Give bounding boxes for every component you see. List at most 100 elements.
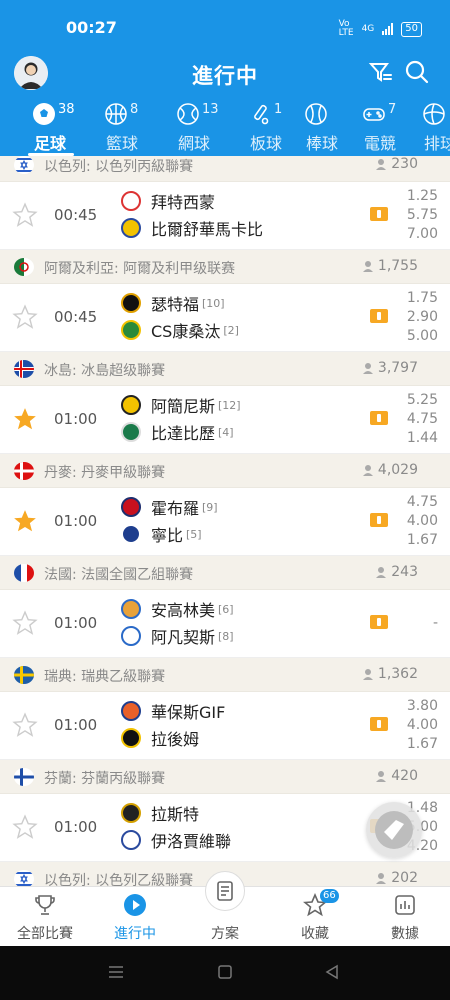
odds-unavailable: - [432,615,438,631]
star-filled-icon[interactable] [12,508,38,534]
away-team: 比達比歷 [4] [121,420,234,444]
odds-home: 3.80 [406,698,438,714]
match-time: 00:45 [54,308,98,326]
star-outline-icon[interactable] [12,814,38,840]
odds-draw: 4.00 [406,717,438,733]
nav-data[interactable]: 數據 [360,887,450,947]
back-icon[interactable] [322,962,342,982]
odds-away: 1.67 [406,532,438,548]
match-row[interactable]: 01:00 阿簡尼斯 [12] 比達比歷 [4] 5.25 4.75 1.44 [0,386,450,454]
team-badge-icon [121,320,141,340]
tab-volleyball[interactable]: 排球 [404,100,450,156]
league-follower-count: 202 [376,870,418,886]
home-icon[interactable] [215,962,235,982]
floating-assist-button[interactable] [366,802,422,858]
league-name: 以色列: 以色列乙級聯賽 [44,873,194,886]
team-badge-icon [121,599,141,619]
count-value: 243 [391,564,418,580]
live-stream-icon[interactable] [370,615,388,629]
league-header[interactable]: 法國: 法國全國乙組聯賽 243 [0,556,450,590]
league-header[interactable]: 阿爾及利亞: 阿爾及利甲级联赛 1,755 [0,250,450,284]
league-header[interactable]: 瑞典: 瑞典乙級聯賽 1,362 [0,658,450,692]
odds-draw: 2.90 [406,309,438,325]
odds-away: 1.44 [406,430,438,446]
match-row[interactable]: 01:00 霍布羅 [9] 寧比 [5] 4.75 4.00 1.67 [0,488,450,556]
star-outline-icon[interactable] [12,304,38,330]
nav-all-matches[interactable]: 全部比賽 [0,887,90,947]
match-row[interactable]: 01:00 華保斯GIF 拉後姆 3.80 4.00 1.67 [0,692,450,760]
person-icon [376,771,387,782]
baseball-icon [305,103,327,125]
count-value: 3,797 [377,360,418,376]
team-badge-icon [121,803,141,823]
home-team: 瑟特福 [10] [121,291,225,315]
document-icon [217,881,233,901]
nav-live[interactable]: 進行中 [90,887,180,947]
league-name: 冰島: 冰島超级聯賽 [44,363,166,379]
filter-icon[interactable] [368,59,394,85]
nav-label: 收藏 [301,926,329,942]
league-follower-count: 1,362 [362,666,418,682]
odds-away: 5.00 [406,328,438,344]
star-outline-icon[interactable] [12,610,38,636]
league-name: 芬蘭: 芬蘭丙級聯賽 [44,771,166,787]
tab-count: 8 [130,102,139,117]
team-name: 華保斯GIF [151,703,226,722]
nav-plans[interactable]: 方案 [180,871,270,947]
person-icon [362,363,373,374]
tab-label: 籃球 [105,134,138,153]
team-name: 安高林美 [151,601,216,620]
team-rank: [12] [218,398,241,412]
home-team: 拜特西蒙 [121,189,218,213]
team-badge-icon [121,191,141,211]
odds-home: 1.75 [406,290,438,306]
star-outline-icon[interactable] [12,202,38,228]
team-badge-icon [121,524,141,544]
nav-label: 全部比賽 [17,926,73,942]
star-outline-icon[interactable] [12,712,38,738]
search-icon[interactable] [404,59,430,85]
team-name: 比爾舒華馬卡比 [151,220,264,239]
live-stream-icon[interactable] [370,309,388,323]
match-row[interactable]: 00:45 瑟特福 [10] CS康桑汰 [2] 1.75 2.90 5.00 [0,284,450,352]
trophy-icon [35,895,55,915]
top-bar: 進行中 [0,52,450,96]
tab-basketball[interactable]: 8 籃球 [86,100,158,156]
match-odds: 1.75 2.90 5.00 [396,289,438,346]
live-stream-icon[interactable] [370,411,388,425]
sweden-flag-icon [14,666,34,684]
away-team: 拉後姆 [121,726,202,750]
match-row[interactable]: 01:00 安高林美 [6] 阿凡契斯 [8] - [0,590,450,658]
league-header[interactable]: 冰島: 冰島超级聯賽 3,797 [0,352,450,386]
count-value: 202 [391,870,418,886]
match-odds: 5.25 4.75 1.44 [396,391,438,448]
odds-home: 1.25 [406,188,438,204]
tab-tennis[interactable]: 13 網球 [158,100,230,156]
person-icon [376,873,387,884]
team-name: 拜特西蒙 [151,193,216,212]
odds-away: 7.00 [406,226,438,242]
league-name: 法國: 法國全國乙組聯賽 [44,567,194,583]
match-time: 01:00 [54,614,98,632]
menu-icon[interactable] [106,962,126,982]
tab-count: 7 [388,102,397,117]
away-team: 阿凡契斯 [8] [121,624,234,648]
person-icon [362,465,373,476]
home-team: 霍布羅 [9] [121,495,218,519]
esports-icon [363,108,385,121]
live-stream-icon[interactable] [370,513,388,527]
match-list[interactable]: 以色列: 以色列丙級聯賽 230 00:45 拜特西蒙 比爾舒華馬卡比 1.25… [0,156,450,886]
league-header[interactable]: 芬蘭: 芬蘭丙級聯賽 420 [0,760,450,794]
team-name: 霍布羅 [151,499,200,518]
league-header[interactable]: 丹麥: 丹麥甲級聯賽 4,029 [0,454,450,488]
live-stream-icon[interactable] [370,717,388,731]
star-filled-icon[interactable] [12,406,38,432]
nav-favorites[interactable]: 66 收藏 [270,887,360,947]
team-badge-icon [121,728,141,748]
match-row[interactable]: 00:45 拜特西蒙 比爾舒華馬卡比 1.25 5.75 7.00 [0,182,450,250]
tab-soccer[interactable]: 38 足球 [14,100,86,156]
sport-tabs: 38 足球 8 籃球 13 網球 1 板球 棒球 7 電競 排球 [0,100,450,156]
live-stream-icon[interactable] [370,207,388,221]
league-header[interactable]: 以色列: 以色列丙級聯賽 230 [0,156,450,182]
team-rank: [5] [186,527,202,541]
